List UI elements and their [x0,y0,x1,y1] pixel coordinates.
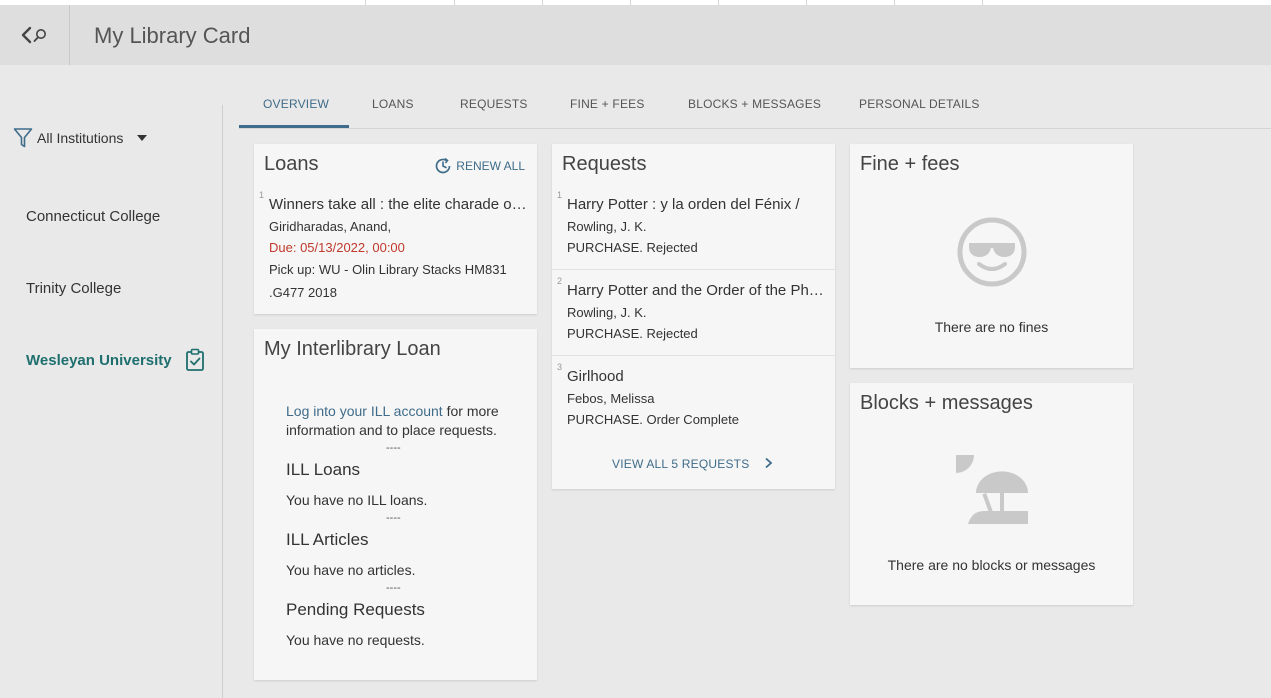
institution-connecticut-college[interactable]: Connecticut College [26,208,160,225]
ill-login-link[interactable]: Log into your ILL account [286,403,443,419]
request-status: PURCHASE. Order Complete [567,412,739,427]
ill-separator: ---- [386,442,401,454]
view-all-requests-button[interactable]: VIEW ALL 5 REQUESTS [552,457,835,471]
blocks-messages-card: Blocks + messages There are no blocks or… [850,383,1133,605]
ill-separator: ---- [386,582,401,594]
tab-personal-details[interactable]: PERSONAL DETAILS [859,97,980,111]
back-search-icon [21,26,46,44]
loans-card: Loans RENEW ALL 1 Winners take all : the… [254,144,537,314]
institution-wesleyan-university[interactable]: Wesleyan University [26,352,172,369]
request-author: Rowling, J. K. [567,219,647,234]
tab-blocks-messages[interactable]: BLOCKS + MESSAGES [688,97,821,111]
request-author: Febos, Melissa [567,391,655,406]
request-author: Rowling, J. K. [567,305,647,320]
no-fines-text: There are no fines [934,319,1049,335]
renew-all-label: RENEW ALL [456,159,525,173]
sunglasses-smiley-icon [957,217,1027,287]
request-title-link[interactable]: Harry Potter : y la orden del Fénix / [567,196,825,213]
ill-articles-text: You have no articles. [286,562,416,578]
tab-loans[interactable]: LOANS [372,97,414,111]
request-title-link[interactable]: Girlhood [567,368,825,385]
request-index: 2 [557,276,563,286]
loans-title[interactable]: Loans [264,153,319,176]
account-tabs: OVERVIEW LOANS REQUESTS FINE + FEES BLOC… [239,84,1271,129]
clipboard-check-icon [186,348,204,371]
request-divider [552,355,835,356]
request-title-link[interactable]: Harry Potter and the Order of the Phoeni… [567,282,825,299]
loan-pickup-callnumber: .G477 2018 [269,285,337,300]
caret-down-icon [137,135,148,141]
ill-loans-text: You have no ILL loans. [286,492,428,508]
back-to-search-button[interactable] [0,5,70,65]
interlibrary-loan-card: My Interlibrary Loan Log into your ILL a… [254,329,537,680]
ill-login-line: Log into your ILL account for more [286,403,499,419]
loan-due-date: Due: 05/13/2022, 00:00 [269,240,405,255]
request-divider [552,269,835,270]
filter-label: All Institutions [37,130,124,146]
request-status: PURCHASE. Rejected [567,326,698,341]
requests-title[interactable]: Requests [562,153,647,176]
chevron-right-icon [765,457,773,469]
beach-umbrella-icon [956,455,1028,524]
fine-fees-card: Fine + fees There are no fines [850,144,1133,368]
ill-title: My Interlibrary Loan [264,338,441,360]
loan-pickup: Pick up: WU - Olin Library Stacks HM831 [269,262,507,277]
ill-separator: ---- [386,512,401,524]
page-title: My Library Card [94,23,251,48]
ill-pending-heading: Pending Requests [286,600,425,619]
renew-clock-icon [435,157,451,174]
renew-all-button[interactable]: RENEW ALL [433,156,525,176]
page-header: My Library Card [0,5,1271,65]
institutions-sidebar: All Institutions Connecticut College Tri… [0,105,223,698]
ill-articles-heading: ILL Articles [286,530,369,549]
blocks-title[interactable]: Blocks + messages [860,392,1033,415]
tab-overview[interactable]: OVERVIEW [263,97,329,111]
view-all-label: VIEW ALL 5 REQUESTS [612,457,750,471]
tab-requests[interactable]: REQUESTS [460,97,528,111]
ill-loans-heading: ILL Loans [286,460,361,479]
loan-index: 1 [259,190,265,200]
request-index: 1 [557,190,563,200]
tab-fine-fees[interactable]: FINE + FEES [570,97,645,111]
active-tab-indicator [239,125,349,128]
filter-icon [13,128,33,148]
request-index: 3 [557,362,563,372]
ill-login-line2: information and to place requests. [286,422,497,438]
no-blocks-text: There are no blocks or messages [887,557,1096,573]
loan-author: Giridharadas, Anand, [269,219,392,234]
institution-filter-dropdown[interactable]: All Institutions [13,127,148,149]
institution-trinity-college[interactable]: Trinity College [26,280,121,297]
fines-title[interactable]: Fine + fees [860,153,960,176]
request-status: PURCHASE. Rejected [567,240,698,255]
loan-title-link[interactable]: Winners take all : the elite charade of … [269,196,527,213]
ill-pending-text: You have no requests. [286,632,425,648]
ill-login-rest: for more [442,403,499,419]
requests-card: Requests 1 Harry Potter : y la orden del… [552,144,835,489]
